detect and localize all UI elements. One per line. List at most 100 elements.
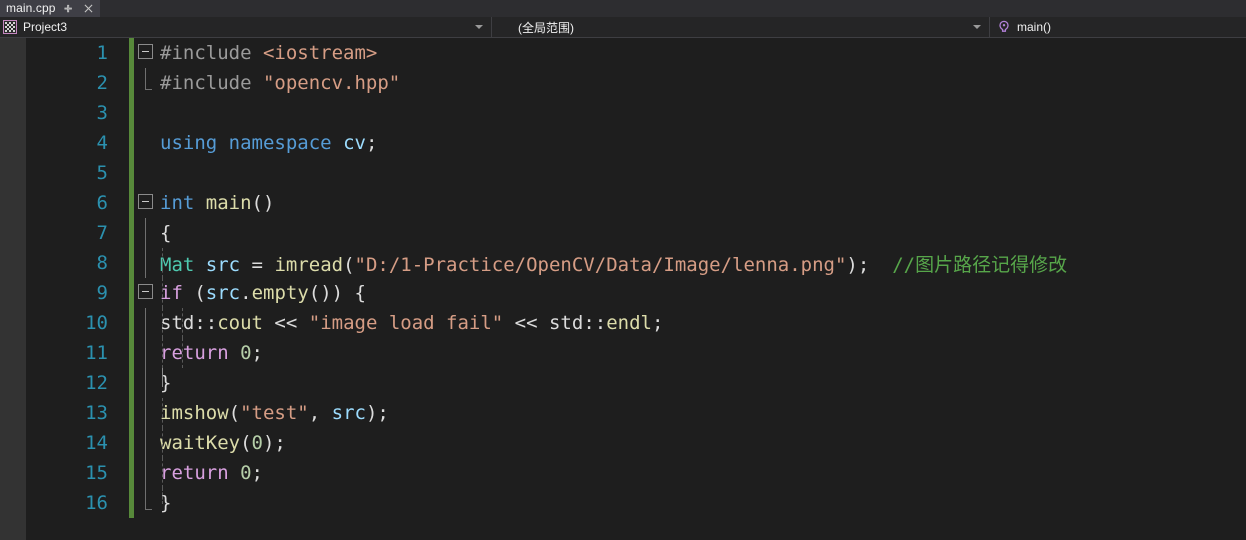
fold-glyph[interactable] — [134, 38, 158, 68]
fold-region-end-guide — [162, 368, 163, 387]
indent-guide — [162, 338, 163, 368]
scope-dropdown[interactable]: (全局范围) — [492, 17, 990, 37]
fold-region-line — [145, 398, 146, 428]
code-token: ); — [365, 402, 389, 424]
code-token: ; — [651, 312, 664, 334]
code-text: } — [158, 372, 1246, 394]
fold-collapse-icon[interactable] — [138, 284, 153, 299]
code-line[interactable]: 8 Mat src = imread("D:/1-Practice/OpenCV… — [26, 248, 1246, 278]
method-icon — [997, 20, 1011, 34]
code-line[interactable]: 15 return 0; — [26, 458, 1246, 488]
close-icon[interactable] — [81, 1, 96, 16]
code-token: ( — [228, 402, 241, 424]
code-line[interactable]: 6 int main() — [26, 188, 1246, 218]
indent-guide — [162, 398, 163, 428]
code-line[interactable]: 7 { — [26, 218, 1246, 248]
tab-strip: main.cpp — [0, 0, 1246, 17]
line-number: 6 — [96, 192, 108, 214]
code-text: Mat src = imread("D:/1-Practice/OpenCV/D… — [158, 250, 1246, 277]
fold-glyph — [134, 128, 158, 158]
code-token: imshow — [160, 402, 229, 424]
fold-region-line — [145, 338, 146, 368]
fold-region-line — [145, 248, 146, 278]
code-token: = — [240, 253, 275, 276]
code-token: "test" — [240, 402, 309, 424]
code-line[interactable]: 16 } — [26, 488, 1246, 518]
line-number: 12 — [85, 372, 108, 394]
code-line[interactable]: 5 — [26, 158, 1246, 188]
code-token: ; — [251, 462, 263, 484]
line-number: 11 — [85, 342, 108, 364]
fold-collapse-icon[interactable] — [138, 44, 153, 59]
line-number: 13 — [85, 402, 108, 424]
code-line[interactable]: 13 imshow("test", src); — [26, 398, 1246, 428]
code-token: "image load fail" — [308, 312, 504, 334]
fold-glyph — [134, 98, 158, 128]
fold-glyph — [134, 248, 163, 278]
code-token: #include — [160, 42, 263, 64]
code-token: :: — [583, 312, 607, 334]
code-token: ( — [343, 253, 355, 276]
code-line[interactable]: 2 #include "opencv.hpp" — [26, 68, 1246, 98]
indent-guide — [162, 458, 163, 488]
code-token: Mat — [160, 253, 195, 276]
code-text: int main() — [158, 192, 1246, 214]
line-number: 5 — [96, 162, 108, 184]
fold-glyph — [134, 428, 163, 458]
code-editor[interactable]: 1 #include <iostream> 2 #include "opencv… — [0, 38, 1246, 540]
code-token: . — [240, 282, 252, 304]
code-line[interactable]: 12 } — [26, 368, 1246, 398]
code-line[interactable]: 4 using namespace cv; — [26, 128, 1246, 158]
code-token: main — [205, 192, 252, 214]
project-dropdown[interactable]: Project3 — [0, 17, 492, 37]
code-token: std — [548, 312, 584, 334]
fold-glyph[interactable] — [134, 278, 163, 308]
code-token: using — [160, 132, 218, 154]
code-surface[interactable]: 1 #include <iostream> 2 #include "opencv… — [26, 38, 1246, 540]
pin-icon[interactable] — [61, 1, 76, 16]
code-token: ); — [262, 432, 286, 454]
fold-glyph — [134, 368, 163, 398]
line-number: 3 — [96, 102, 108, 124]
chevron-down-icon[interactable] — [973, 25, 981, 29]
member-dropdown[interactable]: main() — [990, 17, 1246, 37]
code-token: { — [160, 222, 172, 244]
code-token: src — [205, 253, 241, 276]
fold-glyph — [134, 488, 163, 518]
code-text: std::cout << "image load fail" << std::e… — [158, 312, 1246, 334]
tab-main-cpp[interactable]: main.cpp — [0, 0, 100, 17]
code-token: () — [251, 192, 275, 214]
fold-collapse-icon[interactable] — [138, 194, 153, 209]
fold-glyph[interactable] — [134, 188, 158, 218]
code-line[interactable]: 3 — [26, 98, 1246, 128]
code-token: 0 — [251, 432, 263, 454]
code-token: src — [205, 282, 241, 304]
code-line[interactable]: 10 std::cout << "image load fail" << std… — [26, 308, 1246, 338]
project-icon — [3, 20, 17, 34]
code-line[interactable]: 9 if (src.empty()) { — [26, 278, 1246, 308]
code-token: << — [503, 312, 549, 334]
code-text: #include "opencv.hpp" — [158, 72, 1246, 94]
code-text: waitKey(0); — [158, 432, 1246, 454]
line-number: 1 — [96, 42, 108, 64]
fold-glyph — [134, 458, 163, 488]
code-token: cv — [343, 132, 366, 154]
code-text: if (src.empty()) { — [158, 282, 1246, 304]
code-token: if — [160, 282, 183, 304]
code-line[interactable]: 11 return 0; — [26, 338, 1246, 368]
line-number: 2 — [96, 72, 108, 94]
code-token: cout — [217, 312, 263, 334]
code-token: 0 — [240, 342, 252, 364]
code-token: #include — [160, 72, 263, 94]
code-token: "D:/1-Practice/OpenCV/Data/Image/lenna.p… — [354, 253, 847, 276]
code-line[interactable]: 1 #include <iostream> — [26, 38, 1246, 68]
code-line[interactable]: 14 waitKey(0); — [26, 428, 1246, 458]
code-token: ; — [365, 132, 378, 154]
indicator-margin[interactable] — [0, 38, 26, 540]
chevron-down-icon[interactable] — [475, 25, 483, 29]
fold-glyph — [134, 308, 183, 338]
code-token: << — [262, 312, 309, 334]
line-number: 10 — [85, 312, 108, 334]
tab-label: main.cpp — [6, 1, 56, 15]
